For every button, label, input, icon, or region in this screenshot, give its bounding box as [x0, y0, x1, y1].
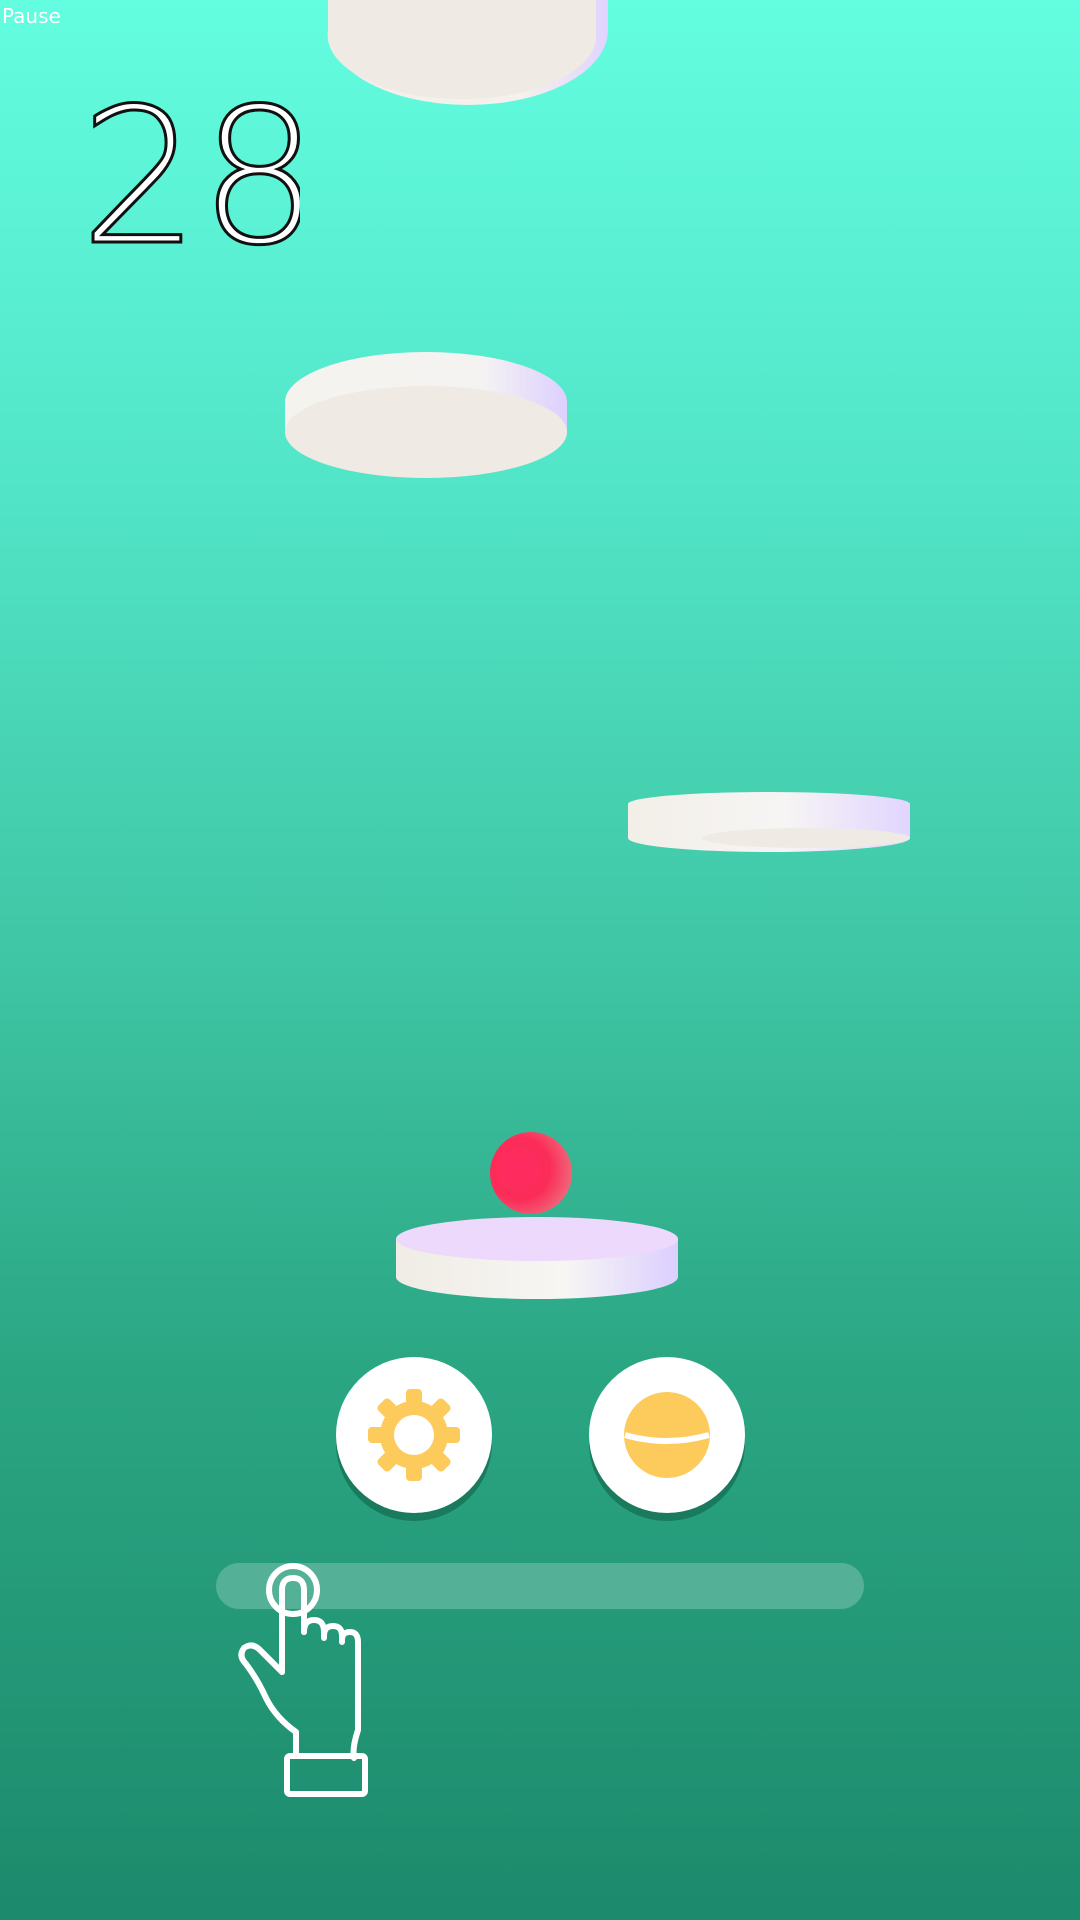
score-counter: 28 [80, 80, 300, 260]
player-ball [490, 1132, 572, 1214]
pause-button[interactable]: Pause [2, 4, 61, 28]
tap-hand-icon [238, 1563, 368, 1797]
platform-upper-left [285, 352, 567, 478]
platform-right [628, 792, 910, 852]
settings-button[interactable] [336, 1357, 492, 1513]
platform-top [327, 0, 608, 105]
ball-skin-button[interactable] [589, 1357, 745, 1513]
ball-skin-icon [624, 1392, 710, 1478]
platform-active [396, 1217, 678, 1299]
score-text: 28 [80, 80, 300, 260]
gear-icon [368, 1389, 460, 1481]
